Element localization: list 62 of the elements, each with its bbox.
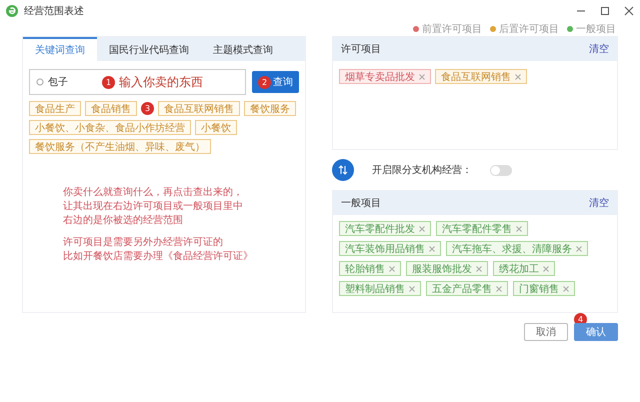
swap-button[interactable] [332, 159, 354, 181]
result-tag[interactable]: 食品生产 [29, 101, 81, 116]
result-tag[interactable]: 餐饮服务 [244, 101, 296, 116]
search-icon [36, 78, 44, 86]
remove-icon[interactable] [409, 286, 415, 292]
maximize-icon[interactable] [600, 6, 610, 16]
selected-tag[interactable]: 服装服饰批发 [406, 261, 488, 276]
remove-icon[interactable] [563, 286, 569, 292]
close-icon[interactable] [624, 6, 634, 16]
selected-tag[interactable]: 烟草专卖品批发 [339, 69, 431, 84]
selected-tag[interactable]: 汽车零配件批发 [339, 221, 431, 236]
selected-tag[interactable]: 塑料制品销售 [339, 281, 421, 296]
panel-title: 一般项目 [341, 197, 381, 210]
remove-icon[interactable] [429, 246, 435, 252]
remove-icon[interactable] [515, 74, 521, 80]
annotation-text: 许可项目是需要另外办经营许可证的 [63, 236, 224, 250]
selected-tag[interactable]: 五金产品零售 [426, 281, 508, 296]
app-logo-icon [6, 5, 18, 17]
remove-icon[interactable] [476, 266, 482, 272]
result-tag[interactable]: 食品互联网销售 [158, 101, 240, 116]
clear-link[interactable]: 清空 [589, 42, 609, 56]
selected-tag[interactable]: 汽车拖车、求援、清障服务 [446, 241, 588, 256]
toggle-label: 开启限分支机构经营： [372, 164, 472, 177]
result-tag[interactable]: 小餐饮 [195, 120, 237, 135]
selected-tag[interactable]: 门窗销售 [513, 281, 575, 296]
result-tag[interactable]: 食品销售 [85, 101, 137, 116]
selected-tag[interactable]: 食品互联网销售 [435, 69, 527, 84]
annotation-text: 你卖什么就查询什么，再点击查出来的， [63, 186, 244, 200]
remove-icon[interactable] [543, 266, 549, 272]
annotation-text: 输入你卖的东西 [119, 74, 203, 90]
query-button[interactable]: 2 查询 [252, 71, 299, 93]
remove-icon[interactable] [419, 226, 425, 232]
remove-icon[interactable] [576, 246, 582, 252]
legend-item: 后置许可项目 [490, 22, 559, 36]
clear-link[interactable]: 清空 [589, 196, 609, 210]
step-badge: 3 [141, 102, 154, 115]
selected-tag[interactable]: 绣花加工 [493, 261, 555, 276]
step-badge: 1 [102, 76, 115, 88]
query-tab[interactable]: 国民行业代码查询 [97, 37, 201, 61]
search-field[interactable]: 包子 1 输入你卖的东西 [29, 69, 246, 95]
result-tag[interactable]: 小餐饮、小食杂、食品小作坊经营 [29, 120, 191, 135]
cancel-button[interactable]: 取消 [524, 323, 568, 341]
query-tab[interactable]: 主题模式查询 [201, 37, 285, 61]
window-title: 经营范围表述 [24, 4, 85, 18]
swap-arrows-icon [338, 165, 348, 175]
annotation-text: 让其出现在右边许可项目或一般项目里中 [63, 200, 244, 214]
annotation-text: 右边的是你被选的经营范围 [63, 214, 184, 228]
query-tab[interactable]: 关键词查询 [23, 37, 97, 61]
selected-tag[interactable]: 汽车零配件零售 [436, 221, 528, 236]
panel-title: 许可项目 [341, 43, 381, 56]
selected-tag[interactable]: 轮胎销售 [339, 261, 401, 276]
remove-icon[interactable] [516, 226, 522, 232]
annotation-text: 比如开餐饮店需要办理《食品经营许可证》 [63, 250, 254, 264]
remove-icon[interactable] [419, 74, 425, 80]
remove-icon[interactable] [389, 266, 395, 272]
legend-item: 前置许可项目 [413, 22, 482, 36]
remove-icon[interactable] [496, 286, 502, 292]
legend-item: 一般项目 [567, 22, 616, 36]
branch-toggle[interactable] [490, 164, 512, 176]
confirm-button[interactable]: 确认 [574, 323, 618, 341]
selected-tag[interactable]: 汽车装饰用品销售 [339, 241, 441, 256]
result-tag[interactable]: 餐饮服务（不产生油烟、异味、废气） [29, 139, 211, 154]
